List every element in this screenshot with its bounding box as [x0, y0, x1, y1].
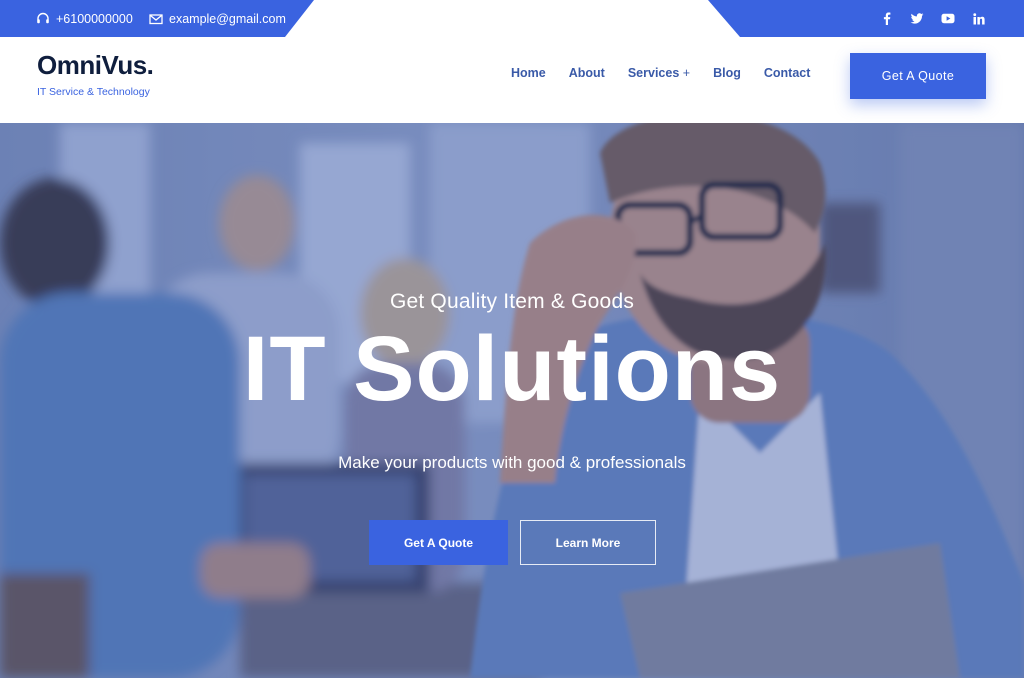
main-navigation: Home About Services + Blog Contact [511, 66, 810, 80]
linkedin-icon[interactable] [972, 12, 986, 26]
site-logo[interactable]: OmniVus. [37, 50, 154, 81]
hero-kicker: Get Quality Item & Goods [389, 290, 635, 313]
phone-number: +6100000000 [56, 11, 133, 26]
top-bar-divider [285, 0, 740, 37]
hero-subtitle: Make your products with good & professio… [338, 453, 686, 472]
youtube-icon[interactable] [941, 12, 955, 26]
hero-get-quote-button[interactable]: Get A Quote [369, 520, 508, 565]
site-header: OmniVus. IT Service & Technology Home Ab… [0, 37, 1024, 123]
envelope-icon [149, 12, 163, 26]
social-links [879, 0, 986, 37]
hero-learn-more-button[interactable]: Learn More [520, 520, 656, 565]
email-address: example@gmail.com [169, 11, 286, 26]
nav-home[interactable]: Home [511, 66, 546, 80]
phone-contact[interactable]: +6100000000 [36, 0, 133, 37]
nav-contact[interactable]: Contact [764, 66, 811, 80]
twitter-icon[interactable] [910, 12, 924, 26]
site-tagline: IT Service & Technology [37, 86, 150, 98]
nav-about[interactable]: About [569, 66, 605, 80]
facebook-icon[interactable] [879, 12, 893, 26]
hero-title: IT Solutions [242, 318, 782, 420]
nav-services-label: Services [627, 66, 680, 80]
nav-services[interactable]: Services + [628, 66, 690, 80]
nav-blog[interactable]: Blog [713, 66, 741, 80]
headset-icon [36, 12, 50, 26]
get-quote-button[interactable]: Get A Quote [850, 53, 986, 99]
top-bar: +6100000000 example@gmail.com [0, 0, 1024, 37]
hero-section: Get Quality Item & Goods IT Solutions Ma… [0, 123, 1024, 678]
plus-icon: + [682, 66, 691, 80]
email-contact[interactable]: example@gmail.com [149, 0, 286, 37]
